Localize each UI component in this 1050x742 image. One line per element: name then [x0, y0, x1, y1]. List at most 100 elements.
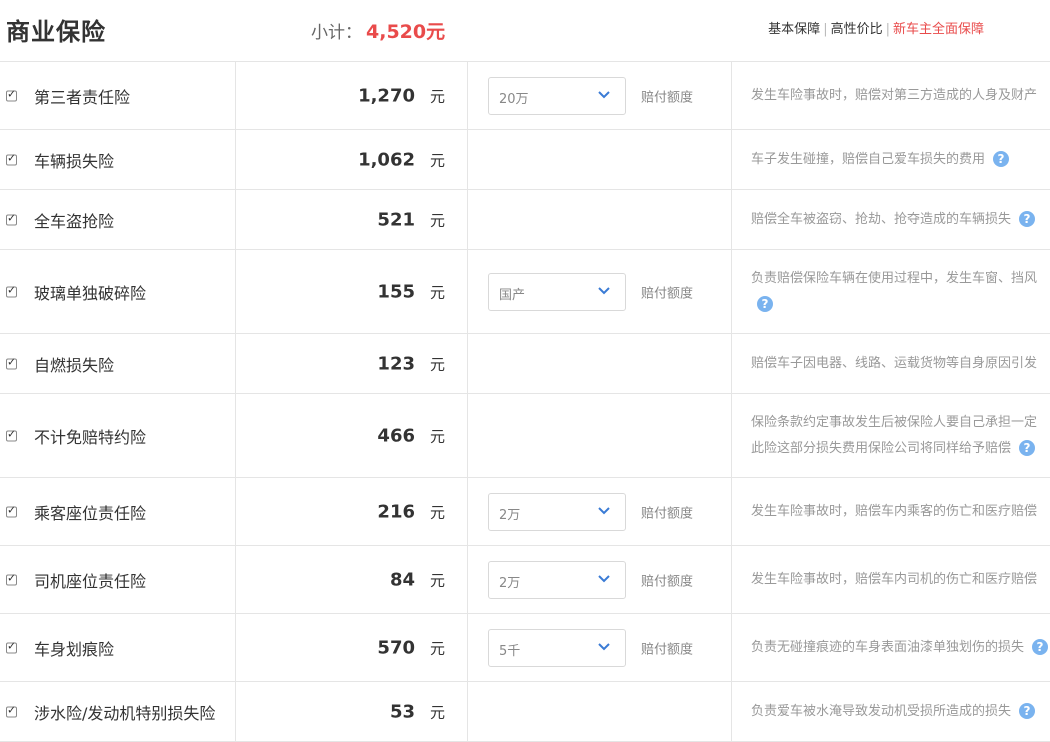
insurance-name: 车辆损失险 [34, 151, 115, 171]
insurance-description: 发生车险事故时，赔偿车内乘客的伤亡和医疗赔偿 [751, 503, 1038, 519]
coverage-select[interactable]: 国产 [488, 272, 626, 311]
insurance-price: 521 [377, 209, 415, 230]
coverage-select[interactable]: 5千 [488, 628, 626, 667]
insurance-price: 84 [389, 569, 415, 590]
coverage-select-value: 国产 [499, 287, 526, 303]
page-title: 商业保险 [6, 18, 106, 46]
description-cell: 负责赔偿保险车辆在使用过程中，发生车窗、挡风? [751, 266, 1050, 318]
link-new-owner[interactable]: 新车主全面保障 [893, 22, 984, 37]
coverage-select-value: 2万 [499, 575, 521, 591]
insurance-name: 车身划痕险 [34, 639, 115, 659]
coverage-label: 赔付额度 [641, 574, 694, 589]
coverage-select-value: 2万 [499, 507, 521, 523]
price-unit: 元 [430, 427, 446, 445]
subtotal: 小计： 4,520元 [311, 17, 445, 44]
include-checkbox[interactable] [6, 87, 17, 101]
table-row: 涉水险/发动机特别损失险 53 元 负责爱车被水淹导致发动机受损所造成的损失? [0, 682, 1050, 742]
include-checkbox[interactable] [6, 211, 17, 225]
link-value[interactable]: 高性价比 [831, 22, 883, 37]
table-row: 司机座位责任险 84 元 2万 赔付额度 发生车险事故时，赔偿车内司机的伤亡和医疗赔偿 [0, 546, 1050, 614]
description-cell: 赔偿车子因电器、线路、运载货物等自身原因引发 [751, 351, 1050, 377]
chevron-down-icon [598, 286, 610, 294]
coverage-select[interactable]: 2万 [488, 492, 626, 531]
plan-links: 基本保障 | 高性价比 | 新车主全面保障 [768, 22, 984, 37]
table-row: 第三者责任险 1,270 元 20万 赔付额度 发生车险事故时，赔偿对第三方造成的人身及财… [0, 62, 1050, 130]
header: 商业保险 小计： 4,520元 基本保障 | 高性价比 | 新车主全面保障 [0, 0, 1050, 60]
include-checkbox[interactable] [6, 427, 17, 441]
subtotal-value: 4,520元 [366, 21, 446, 43]
coverage-label: 赔付额度 [641, 286, 694, 301]
description-cell: 发生车险事故时，赔偿车内司机的伤亡和医疗赔偿 [751, 567, 1050, 593]
help-icon[interactable]: ? [1019, 440, 1036, 456]
include-checkbox[interactable] [6, 283, 17, 297]
insurance-name: 第三者责任险 [34, 87, 131, 107]
table-row: 车身划痕险 570 元 5千 赔付额度 负责无碰撞痕迹的车身表面油漆单独划伤的损失? [0, 614, 1050, 682]
insurance-price: 216 [377, 501, 415, 522]
insurance-price: 155 [377, 281, 415, 302]
insurance-name: 玻璃单独破碎险 [34, 283, 147, 303]
subtotal-label: 小计： [311, 23, 362, 43]
description-cell: 负责无碰撞痕迹的车身表面油漆单独划伤的损失? [751, 635, 1050, 661]
table-row: 玻璃单独破碎险 155 元 国产 赔付额度 负责赔偿保险车辆在使用过程中，发生车窗、挡风? [0, 250, 1050, 334]
description-cell: 发生车险事故时，赔偿车内乘客的伤亡和医疗赔偿 [751, 499, 1050, 525]
insurance-description: 车子发生碰撞，赔偿自己爱车损失的费用 [751, 151, 986, 167]
insurance-description: 赔偿全车被盗窃、抢劫、抢夺造成的车辆损失 [751, 211, 1012, 227]
include-checkbox[interactable] [6, 639, 17, 653]
coverage-label: 赔付额度 [641, 506, 694, 521]
table-row: 全车盗抢险 521 元 赔偿全车被盗窃、抢劫、抢夺造成的车辆损失? [0, 190, 1050, 250]
insurance-name: 涉水险/发动机特别损失险 [34, 703, 216, 723]
insurance-price: 570 [377, 637, 415, 658]
price-unit: 元 [430, 355, 446, 373]
help-icon[interactable]: ? [757, 296, 773, 312]
insurance-description: 负责爱车被水淹导致发动机受损所造成的损失 [751, 703, 1012, 719]
description-cell: 保险条款约定事故发生后被保险人要自己承担一定 此险这部分损失费用保险公司将同样给予… [751, 410, 1050, 462]
link-basic[interactable]: 基本保障 [768, 22, 820, 37]
price-unit: 元 [430, 503, 446, 521]
price-unit: 元 [430, 87, 446, 105]
description-cell: 车子发生碰撞，赔偿自己爱车损失的费用? [751, 147, 1050, 173]
help-icon[interactable]: ? [993, 151, 1010, 167]
insurance-name: 不计免赔特约险 [34, 427, 147, 447]
price-unit: 元 [430, 211, 446, 229]
price-unit: 元 [430, 703, 446, 721]
insurance-name: 司机座位责任险 [34, 571, 147, 591]
insurance-description: 保险条款约定事故发生后被保险人要自己承担一定 [751, 414, 1038, 430]
coverage-select[interactable]: 20万 [488, 76, 626, 115]
help-icon[interactable]: ? [1019, 703, 1036, 719]
insurance-table: 第三者责任险 1,270 元 20万赔付额度 发生车险事故时，赔偿对第三方造成的人身及财… [0, 61, 1050, 742]
include-checkbox[interactable] [6, 571, 17, 585]
table-row: 乘客座位责任险 216 元 2万 赔付额度 发生车险事故时，赔偿车内乘客的伤亡和医疗赔偿 [0, 478, 1050, 546]
help-icon[interactable]: ? [1032, 639, 1049, 655]
include-checkbox[interactable] [6, 151, 17, 165]
chevron-down-icon [598, 574, 610, 582]
price-unit: 元 [430, 283, 446, 301]
insurance-price: 1,270 [358, 85, 415, 106]
price-unit: 元 [430, 151, 446, 169]
include-checkbox[interactable] [6, 503, 17, 517]
insurance-name: 全车盗抢险 [34, 211, 115, 231]
help-icon[interactable]: ? [1019, 211, 1036, 227]
insurance-description: 发生车险事故时，赔偿对第三方造成的人身及财产 [751, 87, 1038, 103]
insurance-price: 466 [377, 425, 415, 446]
chevron-down-icon [598, 90, 610, 98]
insurance-price: 123 [377, 353, 415, 374]
coverage-label: 赔付额度 [641, 642, 694, 657]
coverage-select-value: 5千 [499, 643, 521, 659]
include-checkbox[interactable] [6, 703, 17, 717]
insurance-name: 自燃损失险 [34, 355, 115, 375]
coverage-select[interactable]: 2万 [488, 560, 626, 599]
include-checkbox[interactable] [6, 355, 17, 369]
coverage-select-value: 20万 [499, 91, 529, 107]
description-cell: 负责爱车被水淹导致发动机受损所造成的损失? [751, 699, 1050, 725]
insurance-description: 赔偿车子因电器、线路、运载货物等自身原因引发 [751, 355, 1038, 371]
chevron-down-icon [598, 642, 610, 650]
table-row: 不计免赔特约险 466 元 保险条款约定事故发生后被保险人要自己承担一定此险这部分损失… [0, 394, 1050, 478]
insurance-description-2: 此险这部分损失费用保险公司将同样给予赔偿 [751, 440, 1012, 456]
table-row: 自燃损失险 123 元 赔偿车子因电器、线路、运载货物等自身原因引发 [0, 334, 1050, 394]
insurance-price: 53 [389, 701, 415, 722]
insurance-description: 负责赔偿保险车辆在使用过程中，发生车窗、挡风 [751, 270, 1038, 286]
insurance-description: 负责无碰撞痕迹的车身表面油漆单独划伤的损失 [751, 639, 1025, 655]
description-cell: 赔偿全车被盗窃、抢劫、抢夺造成的车辆损失? [751, 207, 1050, 233]
insurance-description: 发生车险事故时，赔偿车内司机的伤亡和医疗赔偿 [751, 571, 1038, 587]
price-unit: 元 [430, 571, 446, 589]
